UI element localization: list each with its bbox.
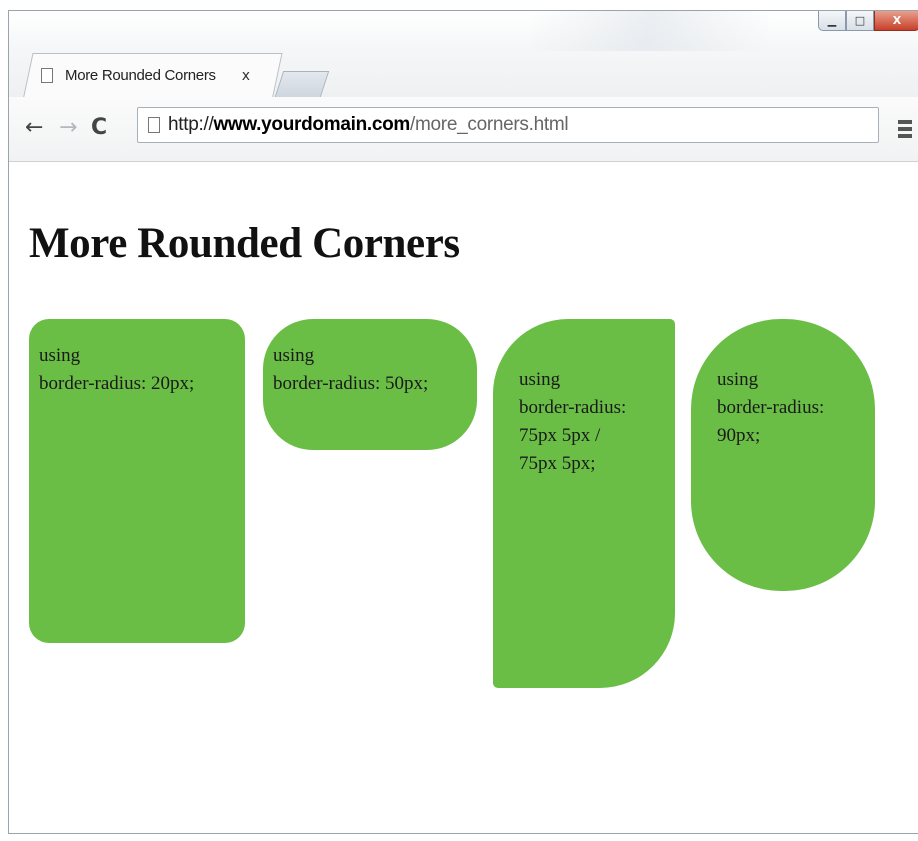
rounded-box-90px: using border-radius: 90px; <box>691 319 875 591</box>
box-text-line: using <box>519 369 561 390</box>
minimize-button[interactable]: ▁ <box>818 11 846 31</box>
page-icon <box>41 68 53 83</box>
back-arrow-icon[interactable]: ← <box>25 117 43 139</box>
menu-icon[interactable] <box>898 120 912 138</box>
url-host: www.yourdomain.com <box>213 114 411 135</box>
browser-window: ▁ □ X More Rounded Corners x ← → C http:… <box>8 10 918 834</box>
box-text-line: using <box>273 345 315 366</box>
maximize-button[interactable]: □ <box>846 11 874 31</box>
tab-more-rounded-corners[interactable]: More Rounded Corners x <box>33 53 273 98</box>
box-text-line: 75px 5px / <box>519 425 601 446</box>
address-bar[interactable]: http://www.yourdomain.com/more_corners.h… <box>137 107 879 143</box>
tab-close-icon[interactable]: x <box>242 68 250 84</box>
url-path: /more_corners.html <box>410 114 569 135</box>
close-window-button[interactable]: X <box>874 11 918 31</box>
url-scheme: http:// <box>168 114 214 135</box>
page-title: More Rounded Corners <box>29 220 460 267</box>
rounded-box-50px: using border-radius: 50px; <box>263 319 477 450</box>
box-text-line: border-radius: <box>519 397 627 418</box>
box-text-line: border-radius: <box>717 397 825 418</box>
tab-title: More Rounded Corners <box>65 67 216 84</box>
box-text-line: border-radius: 50px; <box>273 373 429 394</box>
rounded-box-75px-5px: using border-radius: 75px 5px / 75px 5px… <box>493 319 675 688</box>
box-text-line: border-radius: 20px; <box>39 373 195 394</box>
box-text-line: 75px 5px; <box>519 453 596 474</box>
reload-icon[interactable]: C <box>91 117 107 139</box>
url-text: http://www.yourdomain.com/more_corners.h… <box>168 114 569 136</box>
box-text-line: using <box>717 369 759 390</box>
forward-arrow-icon[interactable]: → <box>59 117 77 139</box>
box-text-line: 90px; <box>717 425 761 446</box>
rounded-box-20px: using border-radius: 20px; <box>29 319 245 643</box>
page-icon <box>148 117 160 133</box>
page-content: More Rounded Corners using border-radius… <box>9 162 918 833</box>
new-tab-button[interactable] <box>274 71 330 97</box>
box-text-line: using <box>39 345 81 366</box>
browser-toolbar: ← → C http://www.yourdomain.com/more_cor… <box>9 97 918 162</box>
window-controls: ▁ □ X <box>818 11 918 33</box>
titlebar-glare <box>529 11 769 51</box>
